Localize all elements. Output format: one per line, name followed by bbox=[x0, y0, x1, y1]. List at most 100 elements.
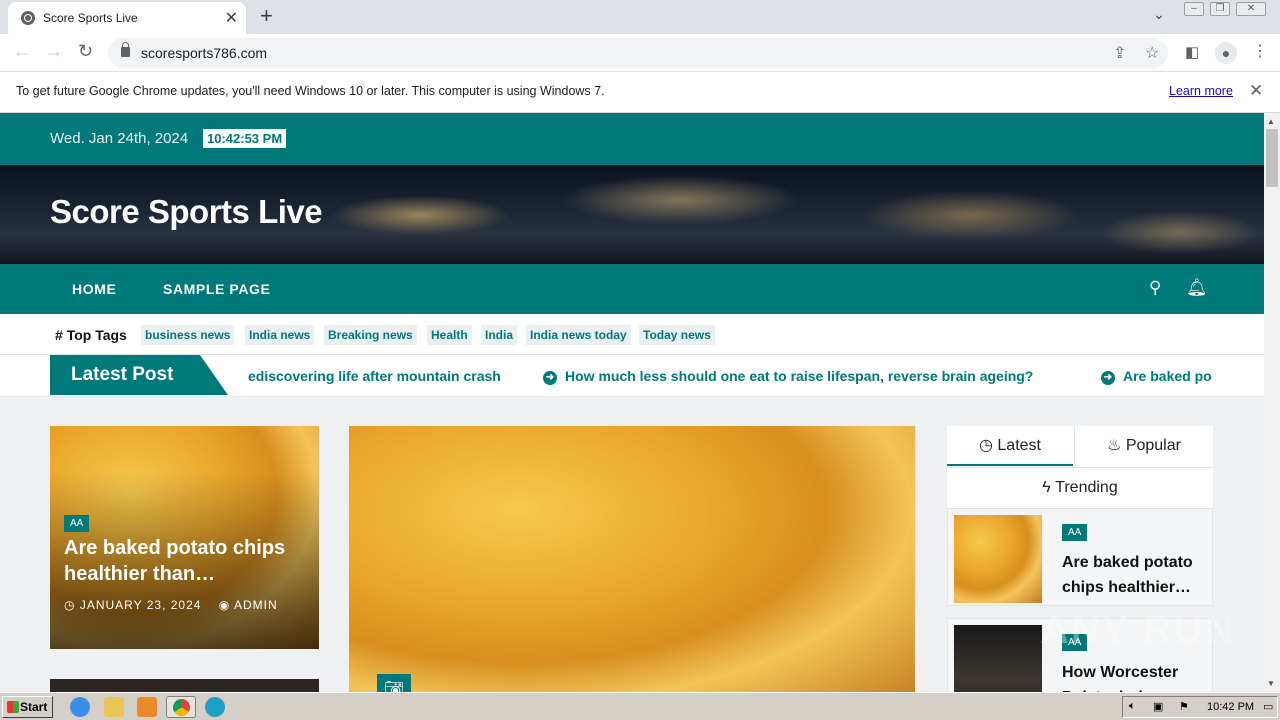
sidebar-post-item[interactable]: AA Are baked potato chips healthier… bbox=[947, 508, 1213, 606]
search-icon[interactable]: ⚲ bbox=[1149, 278, 1161, 298]
site-title[interactable]: Score Sports Live bbox=[50, 193, 323, 231]
edge-icon[interactable] bbox=[205, 697, 225, 717]
current-time: 10:42:53 PM bbox=[203, 129, 287, 148]
tag-link[interactable]: India news today bbox=[526, 325, 631, 345]
scrollbar-thumb[interactable] bbox=[1266, 129, 1278, 187]
current-date: Wed. Jan 24th, 2024 bbox=[50, 130, 189, 147]
city-lights-glow bbox=[330, 195, 510, 235]
start-button[interactable]: Start bbox=[2, 696, 53, 718]
minimize-button[interactable]: – bbox=[1184, 2, 1204, 16]
menu-kebab-icon[interactable]: ⋮ bbox=[1252, 41, 1268, 61]
chrome-icon bbox=[173, 699, 190, 716]
network-icon[interactable]: ▣ bbox=[1153, 700, 1163, 713]
ticker-item[interactable]: ➜ Are baked po bbox=[1101, 368, 1212, 385]
top-tags-bar: # Top Tags business news India news Brea… bbox=[0, 314, 1264, 355]
profile-avatar-icon[interactable]: ● bbox=[1215, 42, 1237, 64]
chrome-taskbar-button[interactable] bbox=[166, 696, 196, 718]
featured-post-image[interactable]: 📷︎ bbox=[349, 426, 915, 692]
tag-link[interactable]: Breaking news bbox=[324, 325, 417, 345]
city-lights-glow bbox=[560, 175, 800, 225]
windows-logo-icon bbox=[7, 701, 19, 713]
new-tab-button[interactable]: + bbox=[260, 4, 273, 28]
browser-toolbar: ← → ↻ scoresports786.com ⇪ ☆ ◧ ● ⋮ bbox=[0, 34, 1280, 72]
taskbar-clock[interactable]: 10:42 PM bbox=[1207, 701, 1254, 713]
volume-icon[interactable]: 🔈︎ bbox=[1129, 700, 1136, 713]
hash-icon: # bbox=[55, 327, 67, 343]
scroll-down-arrow-icon[interactable]: ▼ bbox=[1267, 679, 1275, 688]
tab-popular[interactable]: ♨ Popular bbox=[1074, 426, 1213, 466]
chrome-update-infobar: To get future Google Chrome updates, you… bbox=[0, 72, 1280, 113]
top-tags-label: # Top Tags bbox=[55, 327, 127, 343]
ticker-strip: ediscovering life after mountain crash ➜… bbox=[246, 355, 1214, 395]
learn-more-link[interactable]: Learn more bbox=[1169, 84, 1233, 98]
page-scrollbar[interactable]: ▲ ▼ bbox=[1264, 113, 1280, 692]
tag-link[interactable]: India bbox=[481, 325, 518, 345]
city-lights-glow bbox=[1100, 210, 1260, 255]
arrow-circle-icon: ➜ bbox=[543, 371, 557, 385]
url-text[interactable]: scoresports786.com bbox=[141, 45, 267, 61]
address-bar[interactable]: scoresports786.com ⇪ ☆ bbox=[108, 38, 1168, 68]
browser-tab-strip: Score Sports Live ✕ + ⌄ – ❐ ✕ bbox=[0, 0, 1280, 34]
tag-link[interactable]: India news bbox=[245, 325, 315, 345]
close-window-button[interactable]: ✕ bbox=[1236, 2, 1266, 16]
user-icon: ◉ bbox=[218, 598, 234, 612]
category-badge[interactable]: AA bbox=[1062, 524, 1088, 541]
restore-button[interactable]: ❐ bbox=[1210, 2, 1230, 16]
post-meta: ◷ JANUARY 23, 2024 ◉ ADMIN bbox=[64, 598, 278, 612]
featured-post-card[interactable]: AA Are baked potato chips healthier than… bbox=[50, 426, 319, 649]
media-player-icon[interactable] bbox=[137, 697, 157, 717]
sidebar-tab-list: ◷ Latest ♨ Popular ϟ Trending bbox=[947, 426, 1213, 508]
bolt-icon: ϟ bbox=[1042, 479, 1056, 496]
browser-tab[interactable]: Score Sports Live ✕ bbox=[8, 2, 246, 34]
site-header-banner: Score Sports Live bbox=[0, 165, 1264, 264]
side-panel-icon[interactable]: ◧ bbox=[1185, 43, 1199, 61]
post-title[interactable]: Are baked potato chips healthier… bbox=[1062, 550, 1207, 600]
main-navigation: HOME SAMPLE PAGE ⚲ 🔔︎ bbox=[0, 264, 1264, 314]
ticker-item[interactable]: ediscovering life after mountain crash bbox=[248, 368, 501, 384]
post-title[interactable]: Are baked potato chips healthier than… bbox=[64, 535, 304, 587]
lock-icon[interactable] bbox=[121, 42, 130, 57]
clock-icon: ◷ bbox=[64, 598, 80, 612]
tab-latest[interactable]: ◷ Latest bbox=[947, 426, 1073, 466]
post-thumbnail[interactable] bbox=[954, 625, 1042, 692]
clock-icon: ◷ bbox=[979, 437, 998, 454]
web-page: Wed. Jan 24th, 2024 10:42:53 PM Score Sp… bbox=[0, 113, 1264, 692]
post-thumbnail[interactable] bbox=[954, 515, 1042, 603]
scroll-up-arrow-icon[interactable]: ▲ bbox=[1267, 117, 1275, 126]
show-desktop-icon[interactable]: ▭ bbox=[1263, 700, 1273, 713]
tag-link[interactable]: business news bbox=[141, 325, 235, 345]
post-title[interactable]: How Worcester Polytechnic bbox=[1062, 660, 1207, 692]
tag-link[interactable]: Today news bbox=[639, 325, 715, 345]
ticker-item[interactable]: ➜ How much less should one eat to raise l… bbox=[543, 368, 1033, 385]
top-date-bar: Wed. Jan 24th, 2024 10:42:53 PM bbox=[0, 113, 1264, 165]
windows-taskbar: Start 🔈︎ ▣ ⚑ 10:42 PM ▭ bbox=[0, 692, 1280, 720]
forward-arrow-icon[interactable]: → bbox=[45, 41, 63, 62]
watermark-logo: ANY RUN bbox=[1040, 608, 1236, 652]
file-explorer-icon[interactable] bbox=[104, 697, 124, 717]
nav-sample-page[interactable]: SAMPLE PAGE bbox=[163, 281, 270, 297]
flag-icon[interactable]: ⚑ bbox=[1179, 700, 1189, 713]
arrow-circle-icon: ➜ bbox=[1101, 371, 1115, 385]
close-tab-icon[interactable]: ✕ bbox=[225, 8, 238, 28]
category-badge[interactable]: AA bbox=[64, 515, 90, 532]
internet-explorer-icon[interactable] bbox=[70, 697, 90, 717]
close-infobar-icon[interactable]: ✕ bbox=[1249, 81, 1263, 101]
bell-icon[interactable]: 🔔︎ bbox=[1186, 278, 1208, 298]
latest-post-ticker: Latest Post ediscovering life after moun… bbox=[0, 355, 1264, 397]
post-card[interactable] bbox=[50, 679, 319, 692]
city-lights-glow bbox=[860, 190, 1080, 240]
share-icon[interactable]: ⇪ bbox=[1113, 43, 1126, 63]
reload-icon[interactable]: ↻ bbox=[78, 41, 93, 62]
tag-link[interactable]: Health bbox=[427, 325, 472, 345]
tab-trending[interactable]: ϟ Trending bbox=[947, 467, 1213, 507]
tab-search-chevron-icon[interactable]: ⌄ bbox=[1153, 6, 1165, 23]
fire-icon: ♨ bbox=[1107, 437, 1126, 454]
camera-icon: 📷︎ bbox=[377, 674, 411, 692]
back-arrow-icon[interactable]: ← bbox=[13, 41, 31, 62]
latest-post-badge: Latest Post bbox=[50, 355, 228, 395]
system-tray: 🔈︎ ▣ ⚑ 10:42 PM ▭ bbox=[1122, 696, 1278, 718]
tab-title: Score Sports Live bbox=[43, 11, 138, 25]
globe-icon bbox=[21, 11, 35, 25]
nav-home[interactable]: HOME bbox=[72, 281, 116, 297]
bookmark-star-icon[interactable]: ☆ bbox=[1145, 43, 1159, 63]
